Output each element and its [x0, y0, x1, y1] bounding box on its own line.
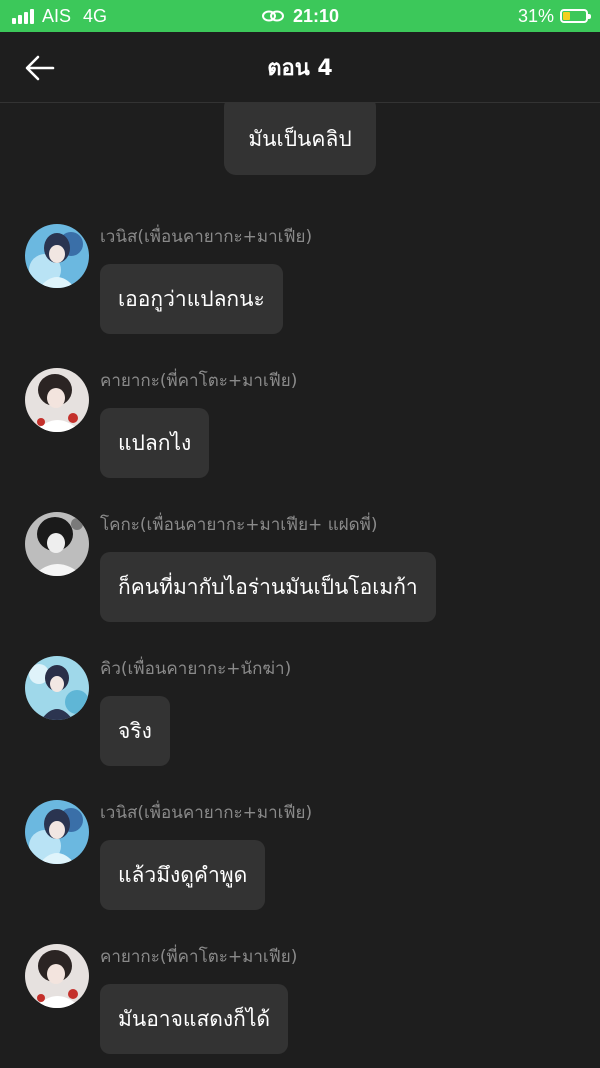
avatar[interactable]: [25, 944, 89, 1008]
clock: 21:10: [292, 5, 340, 26]
sender-name: คายากะ(พี่คาโตะ+มาเฟีย): [100, 947, 298, 967]
message-bubble: จริง: [100, 696, 170, 766]
link-icon: [261, 9, 285, 23]
battery-percent: 31%: [517, 5, 554, 26]
status-right: 31%: [517, 0, 591, 32]
avatar[interactable]: [25, 224, 89, 288]
battery-level: [563, 12, 570, 20]
chat-thread[interactable]: มันเป็นคลิป เวนิส(เพื่อนคายากะ+มาเฟีย) เ…: [0, 103, 600, 1068]
message-bubble: มันอาจแสดงก็ได้: [100, 984, 289, 1054]
message-bubble: แล้วมึงดูคำพูด: [100, 840, 266, 910]
sender-name: คิว(เพื่อนคายากะ+นักฆ่า): [100, 659, 292, 679]
message-bubble: แปลกไง: [100, 408, 210, 478]
battery-icon: [560, 9, 591, 23]
status-center: 21:10: [0, 0, 600, 32]
chat-message: คายากะ(พี่คาโตะ+มาเฟีย) แปลกไง: [0, 368, 600, 488]
avatar[interactable]: [25, 800, 89, 864]
message-bubble: เออกูว่าแปลกนะ: [100, 264, 283, 334]
chat-message: คิว(เพื่อนคายากะ+นักฆ่า) จริง: [0, 656, 600, 776]
sender-name: โคกะ(เพื่อนคายากะ+มาเฟีย+ แฝดพี่): [100, 515, 378, 535]
page-title: ตอน 4: [267, 55, 333, 81]
chat-message: เวนิส(เพื่อนคายากะ+มาเฟีย) แล้วมึงดูคำพู…: [0, 800, 600, 920]
avatar[interactable]: [25, 368, 89, 432]
narration-bubble: มันเป็นคลิป: [224, 103, 376, 175]
app-header: ตอน 4: [0, 32, 600, 103]
chat-message: เวนิส(เพื่อนคายากะ+มาเฟีย) เออกูว่าแปลกน…: [0, 224, 600, 344]
avatar[interactable]: [25, 656, 89, 720]
chat-message: คายากะ(พี่คาโตะ+มาเฟีย) มันอาจแสดงก็ได้: [0, 944, 600, 1064]
chat-message: โคกะ(เพื่อนคายากะ+มาเฟีย+ แฝดพี่) ก็คนที…: [0, 512, 600, 632]
avatar[interactable]: [25, 512, 89, 576]
sender-name: เวนิส(เพื่อนคายากะ+มาเฟีย): [100, 803, 313, 823]
message-bubble: ก็คนที่มากับไอร่านมันเป็นโอเมก้า: [100, 552, 436, 622]
status-bar: AIS 4G 21:10 31%: [0, 0, 600, 32]
sender-name: คายากะ(พี่คาโตะ+มาเฟีย): [100, 371, 298, 391]
sender-name: เวนิส(เพื่อนคายากะ+มาเฟีย): [100, 227, 313, 247]
